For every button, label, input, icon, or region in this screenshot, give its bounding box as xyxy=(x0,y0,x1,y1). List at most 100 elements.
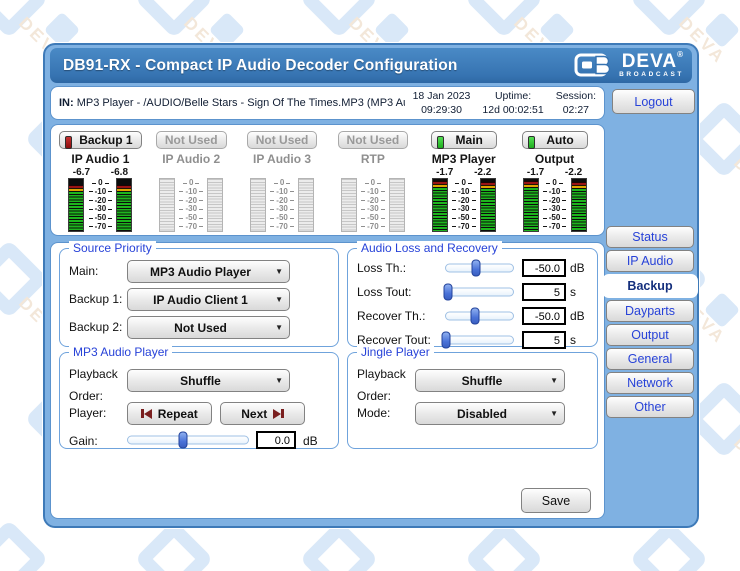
level-meter: 0-10-20-30-50-70 xyxy=(159,167,223,232)
registered-mark: ® xyxy=(677,51,684,71)
slider-thumb[interactable] xyxy=(472,260,481,277)
meter-bar-left xyxy=(341,178,357,232)
main-source-select[interactable]: MP3 Audio Player ▼ xyxy=(127,260,290,283)
auto-source-button[interactable]: Auto xyxy=(522,131,588,149)
loss-threshold-value[interactable]: -50.0 xyxy=(522,259,566,277)
deva-watermark-logo: DEVA xyxy=(140,525,290,571)
session: Session: 02:27 xyxy=(556,89,596,117)
deva-watermark-logo: DEVA xyxy=(470,525,620,571)
slider-thumb[interactable] xyxy=(443,284,452,301)
meter-bar-left xyxy=(250,178,266,232)
level-meter: -1.7-2.2 0-10-20-30-50-70 xyxy=(523,167,587,232)
channel-ip-audio-3: Not Used IP Audio 3 0-10-20-30-50-70 xyxy=(237,131,327,232)
slider-thumb[interactable] xyxy=(471,308,480,325)
logout-button[interactable]: Logout xyxy=(612,89,695,114)
playback-order-label: Playback Order: xyxy=(357,363,419,407)
selected-value: Not Used xyxy=(174,321,227,335)
backup2-source-select[interactable]: Not Used ▼ xyxy=(127,316,290,339)
uptime-value: 12d 00:02:51 xyxy=(482,103,543,117)
level-meter: 0-10-20-30-50-70 xyxy=(341,167,405,232)
meter-bar-right xyxy=(116,178,132,232)
green-led-icon xyxy=(528,136,535,149)
loss-timeout-row: Loss Tout: 5 s xyxy=(357,282,588,302)
recover-timeout-slider[interactable] xyxy=(445,331,514,349)
row-label: Recover Th.: xyxy=(357,309,445,323)
slider-thumb[interactable] xyxy=(442,332,451,349)
app-window: DB91-RX - Compact IP Audio Decoder Confi… xyxy=(45,45,697,526)
input-status-bar: IN: MP3 Player - /AUDIO/Belle Stars - Si… xyxy=(50,86,605,120)
rtp-source-button[interactable]: Not Used xyxy=(338,131,409,149)
audio-loss-fieldset: Audio Loss and Recovery Loss Th.: -50.0 … xyxy=(347,248,598,347)
level-value-left: -1.7 xyxy=(432,167,458,178)
level-meter: -6.7-6.8 0-10-20-30-50-70 xyxy=(68,167,132,232)
ip-audio-3-source-button[interactable]: Not Used xyxy=(247,131,318,149)
channel-label: MP3 Player xyxy=(432,152,496,166)
recover-timeout-value[interactable]: 5 xyxy=(522,331,566,349)
main-source-button[interactable]: Main xyxy=(431,131,497,149)
save-button[interactable]: Save xyxy=(521,488,591,513)
level-value-right: -6.8 xyxy=(106,167,132,178)
level-value-right: -2.2 xyxy=(561,167,587,178)
ip-audio-2-source-button[interactable]: Not Used xyxy=(156,131,227,149)
level-meter: -1.7-2.2 0-10-20-30-50-70 xyxy=(432,167,496,232)
nav-tab-backup[interactable]: Backup xyxy=(602,274,698,298)
nav-tab-general[interactable]: General xyxy=(606,348,694,370)
db-monogram-icon xyxy=(574,52,616,78)
settings-panel: Source Priority Main: MP3 Audio Player ▼… xyxy=(50,242,605,519)
gain-label: Gain: xyxy=(69,434,98,448)
loss-timeout-slider[interactable] xyxy=(445,283,514,301)
backup2-label: Backup 2: xyxy=(69,320,122,334)
jingle-mode-select[interactable]: Disabled ▼ xyxy=(415,402,565,425)
channel-output: Auto Output -1.7-2.2 0-10-20-30-50-70 xyxy=(510,131,600,232)
deva-watermark-logo: DEVA xyxy=(0,525,125,571)
page-title: DB91-RX - Compact IP Audio Decoder Confi… xyxy=(50,57,458,75)
playback-order-label: Playback Order: xyxy=(69,363,131,407)
gain-slider[interactable] xyxy=(127,431,249,449)
meter-bar-right xyxy=(571,178,587,232)
gain-value[interactable]: 0.0 xyxy=(256,431,296,449)
loss-timeout-value[interactable]: 5 xyxy=(522,283,566,301)
source-button-label: Not Used xyxy=(256,133,309,147)
logo-deva-text: DEVA xyxy=(622,52,677,71)
nav-tab-dayparts[interactable]: Dayparts xyxy=(606,300,694,322)
nav-tab-ip-audio[interactable]: IP Audio xyxy=(606,250,694,272)
nav-tab-status[interactable]: Status xyxy=(606,226,694,248)
next-button[interactable]: Next xyxy=(220,402,305,425)
channel-ip-audio-2: Not Used IP Audio 2 0-10-20-30-50-70 xyxy=(146,131,236,232)
jingle-playback-order-select[interactable]: Shuffle ▼ xyxy=(415,369,565,392)
mp3-playback-order-select[interactable]: Shuffle ▼ xyxy=(127,369,290,392)
nav-tab-other[interactable]: Other xyxy=(606,396,694,418)
fieldset-legend: MP3 Audio Player xyxy=(69,345,172,359)
next-label: Next xyxy=(241,407,267,421)
meter-scale: 0-10-20-30-50-70 xyxy=(266,178,298,232)
level-value-right: -2.2 xyxy=(470,167,496,178)
channel-label: RTP xyxy=(361,152,385,166)
loss-threshold-slider[interactable] xyxy=(445,259,514,277)
main-label: Main: xyxy=(69,264,98,278)
meter-scale: 0-10-20-30-50-70 xyxy=(175,178,207,232)
dropdown-arrow-icon: ▼ xyxy=(550,376,558,385)
red-led-icon xyxy=(65,136,72,149)
page: DEVADEVADEVADEVADEVADEVADEVADEVADEVADEVA… xyxy=(0,0,740,571)
backup1-label: Backup 1: xyxy=(69,292,122,306)
channel-rtp: Not Used RTP 0-10-20-30-50-70 xyxy=(328,131,418,232)
slider-thumb[interactable] xyxy=(179,432,188,449)
backup1-source-button[interactable]: Backup 1 xyxy=(59,131,141,149)
nav-tab-output[interactable]: Output xyxy=(606,324,694,346)
nav-tab-network[interactable]: Network xyxy=(606,372,694,394)
now-playing-text: IN: MP3 Player - /AUDIO/Belle Stars - Si… xyxy=(59,97,405,109)
unit-label: dB xyxy=(570,309,588,323)
uptime-label: Uptime: xyxy=(482,89,543,103)
level-value-left: -1.7 xyxy=(523,167,549,178)
meter-bar-right xyxy=(298,178,314,232)
source-button-label: Not Used xyxy=(165,133,218,147)
recover-threshold-slider[interactable] xyxy=(445,307,514,325)
deva-logo: DEVA® BROADCAST xyxy=(574,52,684,79)
status-stats: 18 Jan 2023 09:29:30 Uptime: 12d 00:02:5… xyxy=(413,89,596,117)
session-label: Session: xyxy=(556,89,596,103)
backup1-source-select[interactable]: IP Audio Client 1 ▼ xyxy=(127,288,290,311)
time-value: 09:29:30 xyxy=(413,103,471,117)
repeat-button[interactable]: Repeat xyxy=(127,402,212,425)
green-led-icon xyxy=(437,136,444,149)
recover-threshold-value[interactable]: -50.0 xyxy=(522,307,566,325)
